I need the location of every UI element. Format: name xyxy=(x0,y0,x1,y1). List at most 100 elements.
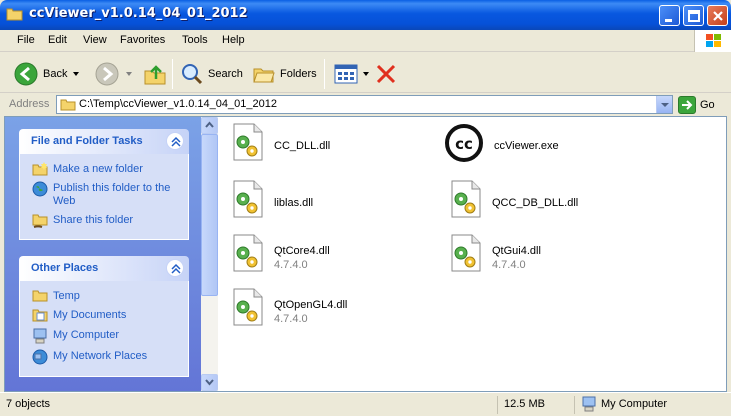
dropdown-arrow-icon[interactable] xyxy=(362,70,370,78)
menu-file[interactable]: File xyxy=(17,34,35,46)
file-name: CC_DLL.dll xyxy=(274,140,331,152)
dll-file-icon xyxy=(451,234,481,272)
file-name: QCC_DB_DLL.dll xyxy=(492,197,579,209)
scroll-thumb[interactable] xyxy=(201,134,218,296)
file-folder-tasks-panel: File and Folder Tasks Make a new folder … xyxy=(19,129,189,240)
place-label: My Documents xyxy=(53,309,127,321)
folder-icon xyxy=(32,290,48,302)
other-places-header[interactable]: Other Places xyxy=(19,256,189,281)
file-item[interactable]: CC_DLL.dll xyxy=(230,122,440,170)
file-item[interactable]: QtCore4.dll 4.7.4.0 xyxy=(230,233,440,281)
folders-icon xyxy=(253,68,275,83)
place-label: My Network Places xyxy=(53,350,148,362)
title-bar[interactable]: ccViewer_v1.0.14_04_01_2012 xyxy=(0,0,731,30)
back-label: Back xyxy=(43,68,68,80)
back-arrow-icon xyxy=(14,62,38,86)
network-places-icon xyxy=(32,349,48,365)
forward-button[interactable] xyxy=(94,61,134,87)
file-version: 4.7.4.0 xyxy=(274,259,308,271)
address-label: Address xyxy=(9,98,50,110)
delete-button[interactable] xyxy=(374,61,398,87)
search-button[interactable]: Search xyxy=(180,61,243,87)
back-button[interactable]: Back xyxy=(13,61,81,87)
svg-text:cc: cc xyxy=(455,135,473,153)
shared-folder-icon xyxy=(32,214,48,228)
file-version: 4.7.4.0 xyxy=(274,313,308,325)
make-new-folder-link[interactable]: Make a new folder xyxy=(20,160,188,179)
maximize-icon xyxy=(688,10,700,22)
address-path: C:\Temp\ccViewer_v1.0.14_04_01_2012 xyxy=(79,98,277,110)
menu-edit[interactable]: Edit xyxy=(48,34,67,46)
publish-folder-link[interactable]: Publish this folder to the Web xyxy=(20,179,188,211)
status-bar: 7 objects 12.5 MB My Computer xyxy=(0,392,731,416)
file-item[interactable]: QCC_DB_DLL.dll xyxy=(448,179,658,227)
file-list: CC_DLL.dll cc ccViewer.exe liblas.dll QC… xyxy=(218,117,726,391)
main-content: File and Folder Tasks Make a new folder … xyxy=(4,116,727,392)
computer-icon xyxy=(582,396,596,412)
folder-icon xyxy=(6,8,23,21)
menu-view[interactable]: View xyxy=(83,34,107,46)
location-label: My Computer xyxy=(601,398,668,410)
task-pane: File and Folder Tasks Make a new folder … xyxy=(5,117,201,391)
task-link-label: Make a new folder xyxy=(53,163,143,175)
close-icon xyxy=(713,11,723,21)
scroll-up-button[interactable] xyxy=(201,117,218,134)
share-folder-link[interactable]: Share this folder xyxy=(20,211,188,231)
folders-button[interactable]: Folders xyxy=(252,61,317,87)
search-label: Search xyxy=(208,68,243,80)
menu-tools[interactable]: Tools xyxy=(182,34,208,46)
file-item[interactable]: liblas.dll xyxy=(230,179,440,227)
other-places-title: Other Places xyxy=(31,262,99,274)
chevron-down-icon xyxy=(661,103,669,107)
dropdown-arrow-icon[interactable] xyxy=(71,70,81,78)
computer-icon xyxy=(33,328,47,344)
go-label: Go xyxy=(700,99,715,111)
place-label: Temp xyxy=(53,290,80,302)
file-item[interactable]: QtGui4.dll 4.7.4.0 xyxy=(448,233,658,281)
collapse-chevron-icon[interactable] xyxy=(166,259,184,277)
go-arrow-icon xyxy=(678,96,696,114)
toolbar-separator xyxy=(172,59,173,89)
file-name: QtOpenGL4.dll xyxy=(274,299,348,311)
collapse-chevron-icon[interactable] xyxy=(166,132,184,150)
window-title: ccViewer_v1.0.14_04_01_2012 xyxy=(29,6,248,21)
chevron-down-icon xyxy=(205,379,214,386)
up-folder-icon xyxy=(144,65,166,85)
views-button[interactable] xyxy=(334,61,370,87)
vertical-scrollbar[interactable] xyxy=(201,117,218,391)
file-item[interactable]: QtOpenGL4.dll 4.7.4.0 xyxy=(230,287,440,335)
object-count: 7 objects xyxy=(6,398,51,410)
toolbar-separator xyxy=(324,59,325,89)
dll-file-icon xyxy=(233,234,263,272)
dll-file-icon xyxy=(233,180,263,218)
my-computer-link[interactable]: My Computer xyxy=(20,326,188,347)
dropdown-arrow-icon[interactable] xyxy=(124,70,134,78)
file-name: liblas.dll xyxy=(274,197,314,209)
address-input[interactable]: C:\Temp\ccViewer_v1.0.14_04_01_2012 xyxy=(56,95,673,114)
menu-help[interactable]: Help xyxy=(222,34,245,46)
toolbar: Back Search Folders xyxy=(0,53,731,93)
file-name: QtCore4.dll xyxy=(274,245,330,257)
file-version: 4.7.4.0 xyxy=(492,259,526,271)
dll-file-icon xyxy=(233,123,263,161)
go-button[interactable]: Go xyxy=(678,96,715,114)
my-network-places-link[interactable]: My Network Places xyxy=(20,347,188,368)
up-folder-button[interactable] xyxy=(143,61,167,87)
folders-label: Folders xyxy=(280,68,317,80)
file-item[interactable]: cc ccViewer.exe xyxy=(442,122,652,170)
file-name: QtGui4.dll xyxy=(492,245,541,257)
address-dropdown-button[interactable] xyxy=(656,96,672,113)
maximize-button[interactable] xyxy=(683,5,704,26)
close-button[interactable] xyxy=(707,5,728,26)
temp-link[interactable]: Temp xyxy=(20,287,188,306)
my-documents-link[interactable]: My Documents xyxy=(20,306,188,326)
minimize-button[interactable] xyxy=(659,5,680,26)
scroll-down-button[interactable] xyxy=(201,374,218,391)
place-label: My Computer xyxy=(53,329,120,341)
file-name: ccViewer.exe xyxy=(494,140,559,152)
file-folder-tasks-header[interactable]: File and Folder Tasks xyxy=(19,129,189,154)
menu-favorites[interactable]: Favorites xyxy=(120,34,165,46)
file-folder-tasks-body: Make a new folder Publish this folder to… xyxy=(19,154,189,240)
forward-arrow-icon xyxy=(95,62,119,86)
task-link-label: Share this folder xyxy=(53,214,134,226)
